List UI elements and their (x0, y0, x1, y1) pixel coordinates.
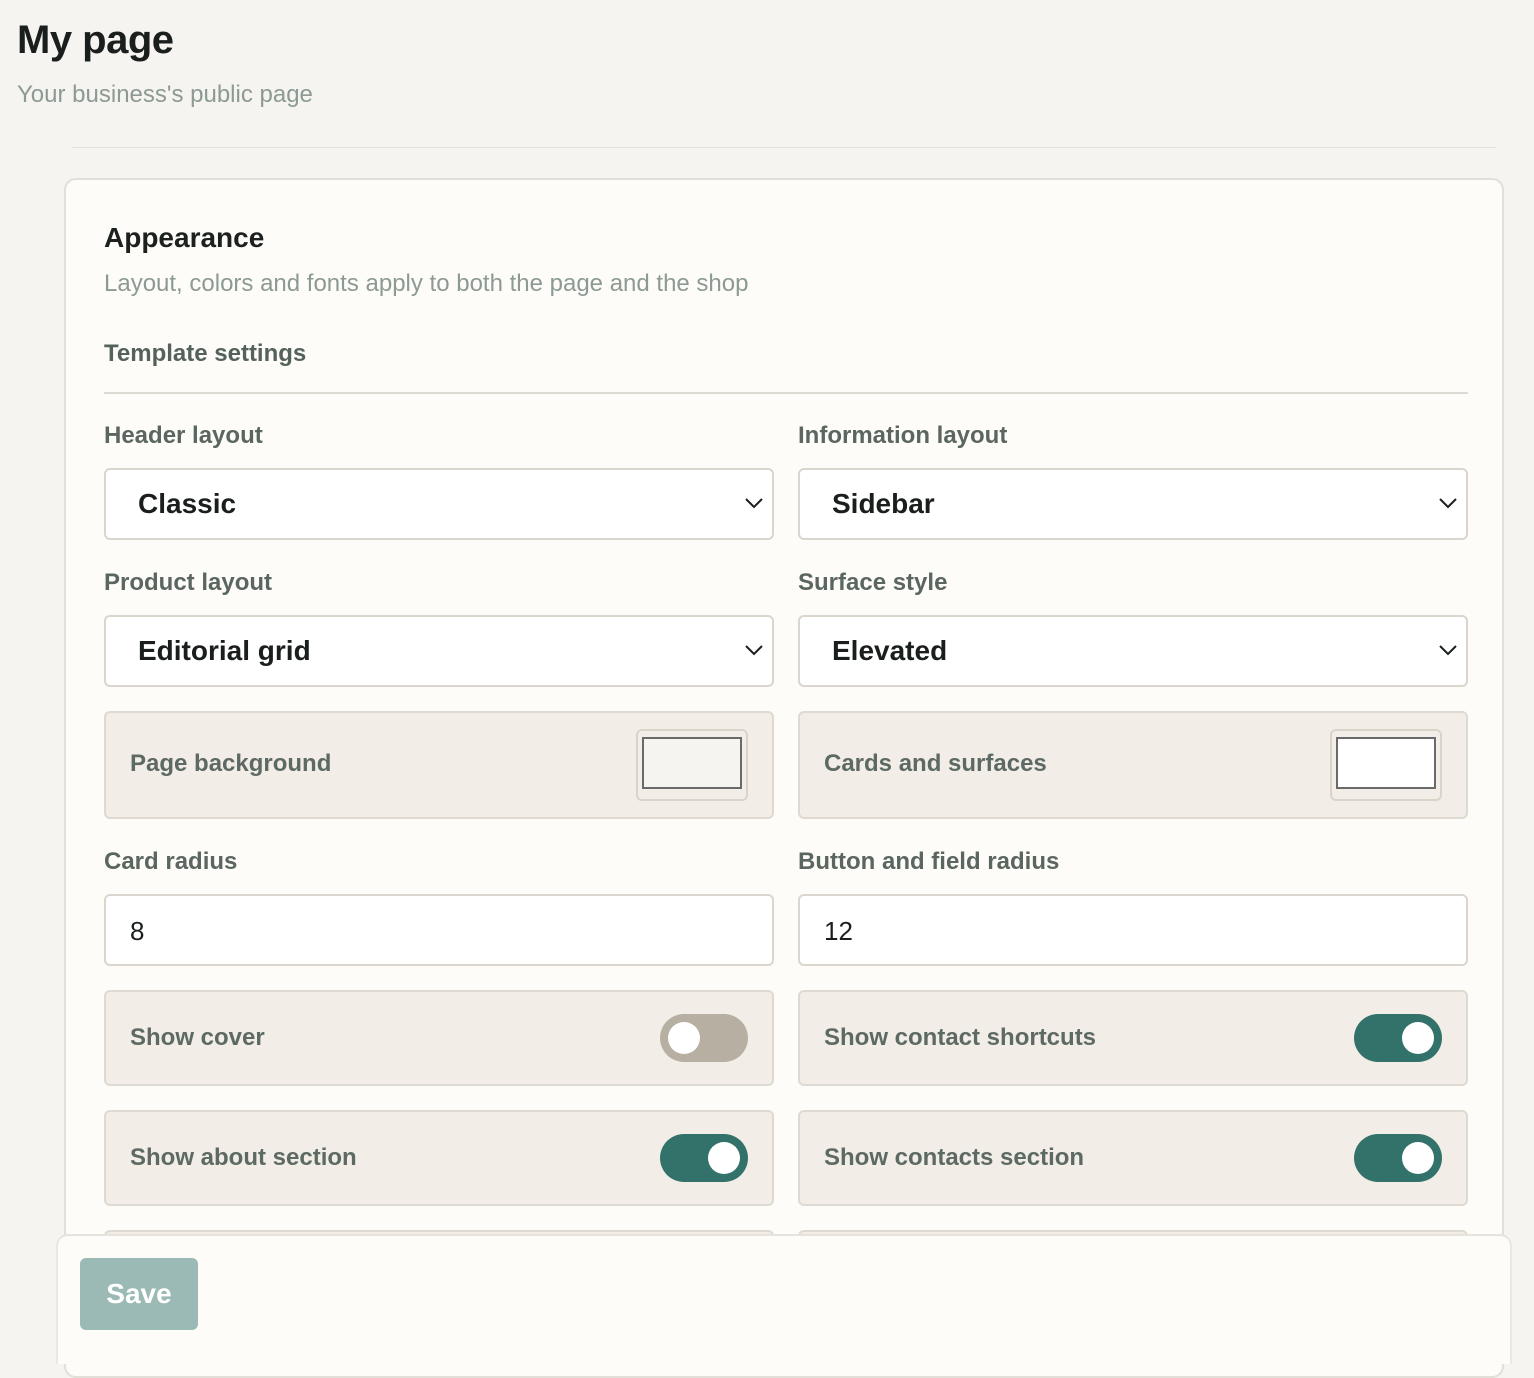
toggle-knob (668, 1022, 700, 1054)
header-layout-label: Header layout (104, 422, 263, 449)
information-layout-value: Sidebar (832, 488, 935, 519)
group-title: Template settings (104, 340, 307, 367)
page-background-tile: Page background (104, 711, 774, 819)
show-cover-label: Show cover (130, 1024, 265, 1051)
cards-and-surfaces-color-picker[interactable] (1330, 729, 1442, 801)
show-contacts-section-toggle[interactable] (1354, 1134, 1442, 1182)
card-radius-input[interactable]: 8 (104, 894, 774, 966)
header-divider (72, 147, 1496, 148)
surface-style-value: Elevated (832, 635, 948, 666)
cards-and-surfaces-swatch (1336, 737, 1436, 789)
chevron-down-icon (745, 645, 763, 656)
group-divider (104, 392, 1468, 394)
show-contacts-section-label: Show contacts section (824, 1144, 1085, 1171)
card-radius-label: Card radius (104, 848, 238, 875)
show-contacts-section-tile: Show contacts section (798, 1110, 1468, 1206)
product-layout-value: Editorial grid (138, 635, 311, 666)
page-title: My page (17, 18, 174, 62)
product-layout-label: Product layout (104, 569, 273, 596)
show-contact-shortcuts-label: Show contact shortcuts (824, 1024, 1097, 1051)
cards-and-surfaces-tile: Cards and surfaces (798, 711, 1468, 819)
surface-style-select[interactable]: Elevated (798, 615, 1468, 687)
surface-style-label: Surface style (798, 569, 948, 596)
chevron-down-icon (745, 498, 763, 509)
show-cover-tile: Show cover (104, 990, 774, 1086)
section-title: Appearance (104, 222, 265, 253)
show-about-section-tile: Show about section (104, 1110, 774, 1206)
show-about-section-label: Show about section (130, 1144, 357, 1171)
toggle-knob (1402, 1142, 1434, 1174)
page-subtitle: Your business's public page (17, 81, 313, 108)
sticky-footer: Save (56, 1234, 1512, 1364)
page-background-color-picker[interactable] (636, 729, 748, 801)
show-cover-toggle[interactable] (660, 1014, 748, 1062)
show-about-section-toggle[interactable] (660, 1134, 748, 1182)
show-contact-shortcuts-toggle[interactable] (1354, 1014, 1442, 1062)
section-description: Layout, colors and fonts apply to both t… (104, 270, 749, 297)
page-header: My page Your business's public page (17, 14, 313, 110)
card-radius-value: 8 (130, 916, 145, 946)
cards-and-surfaces-label: Cards and surfaces (824, 750, 1047, 777)
toggle-knob (1402, 1022, 1434, 1054)
information-layout-select[interactable]: Sidebar (798, 468, 1468, 540)
button-field-radius-label: Button and field radius (798, 848, 1060, 875)
information-layout-label: Information layout (798, 422, 1008, 449)
header-layout-value: Classic (138, 488, 237, 519)
save-button[interactable]: Save (80, 1258, 198, 1330)
page-background-swatch (642, 737, 742, 789)
appearance-card: Appearance Layout, colors and fonts appl… (64, 178, 1504, 1378)
header-layout-select[interactable]: Classic (104, 468, 774, 540)
chevron-down-icon (1439, 498, 1457, 509)
show-contact-shortcuts-tile: Show contact shortcuts (798, 990, 1468, 1086)
chevron-down-icon (1439, 645, 1457, 656)
page-background-label: Page background (130, 750, 332, 777)
product-layout-select[interactable]: Editorial grid (104, 615, 774, 687)
button-field-radius-value: 12 (824, 916, 853, 946)
button-field-radius-input[interactable]: 12 (798, 894, 1468, 966)
toggle-knob (708, 1142, 740, 1174)
